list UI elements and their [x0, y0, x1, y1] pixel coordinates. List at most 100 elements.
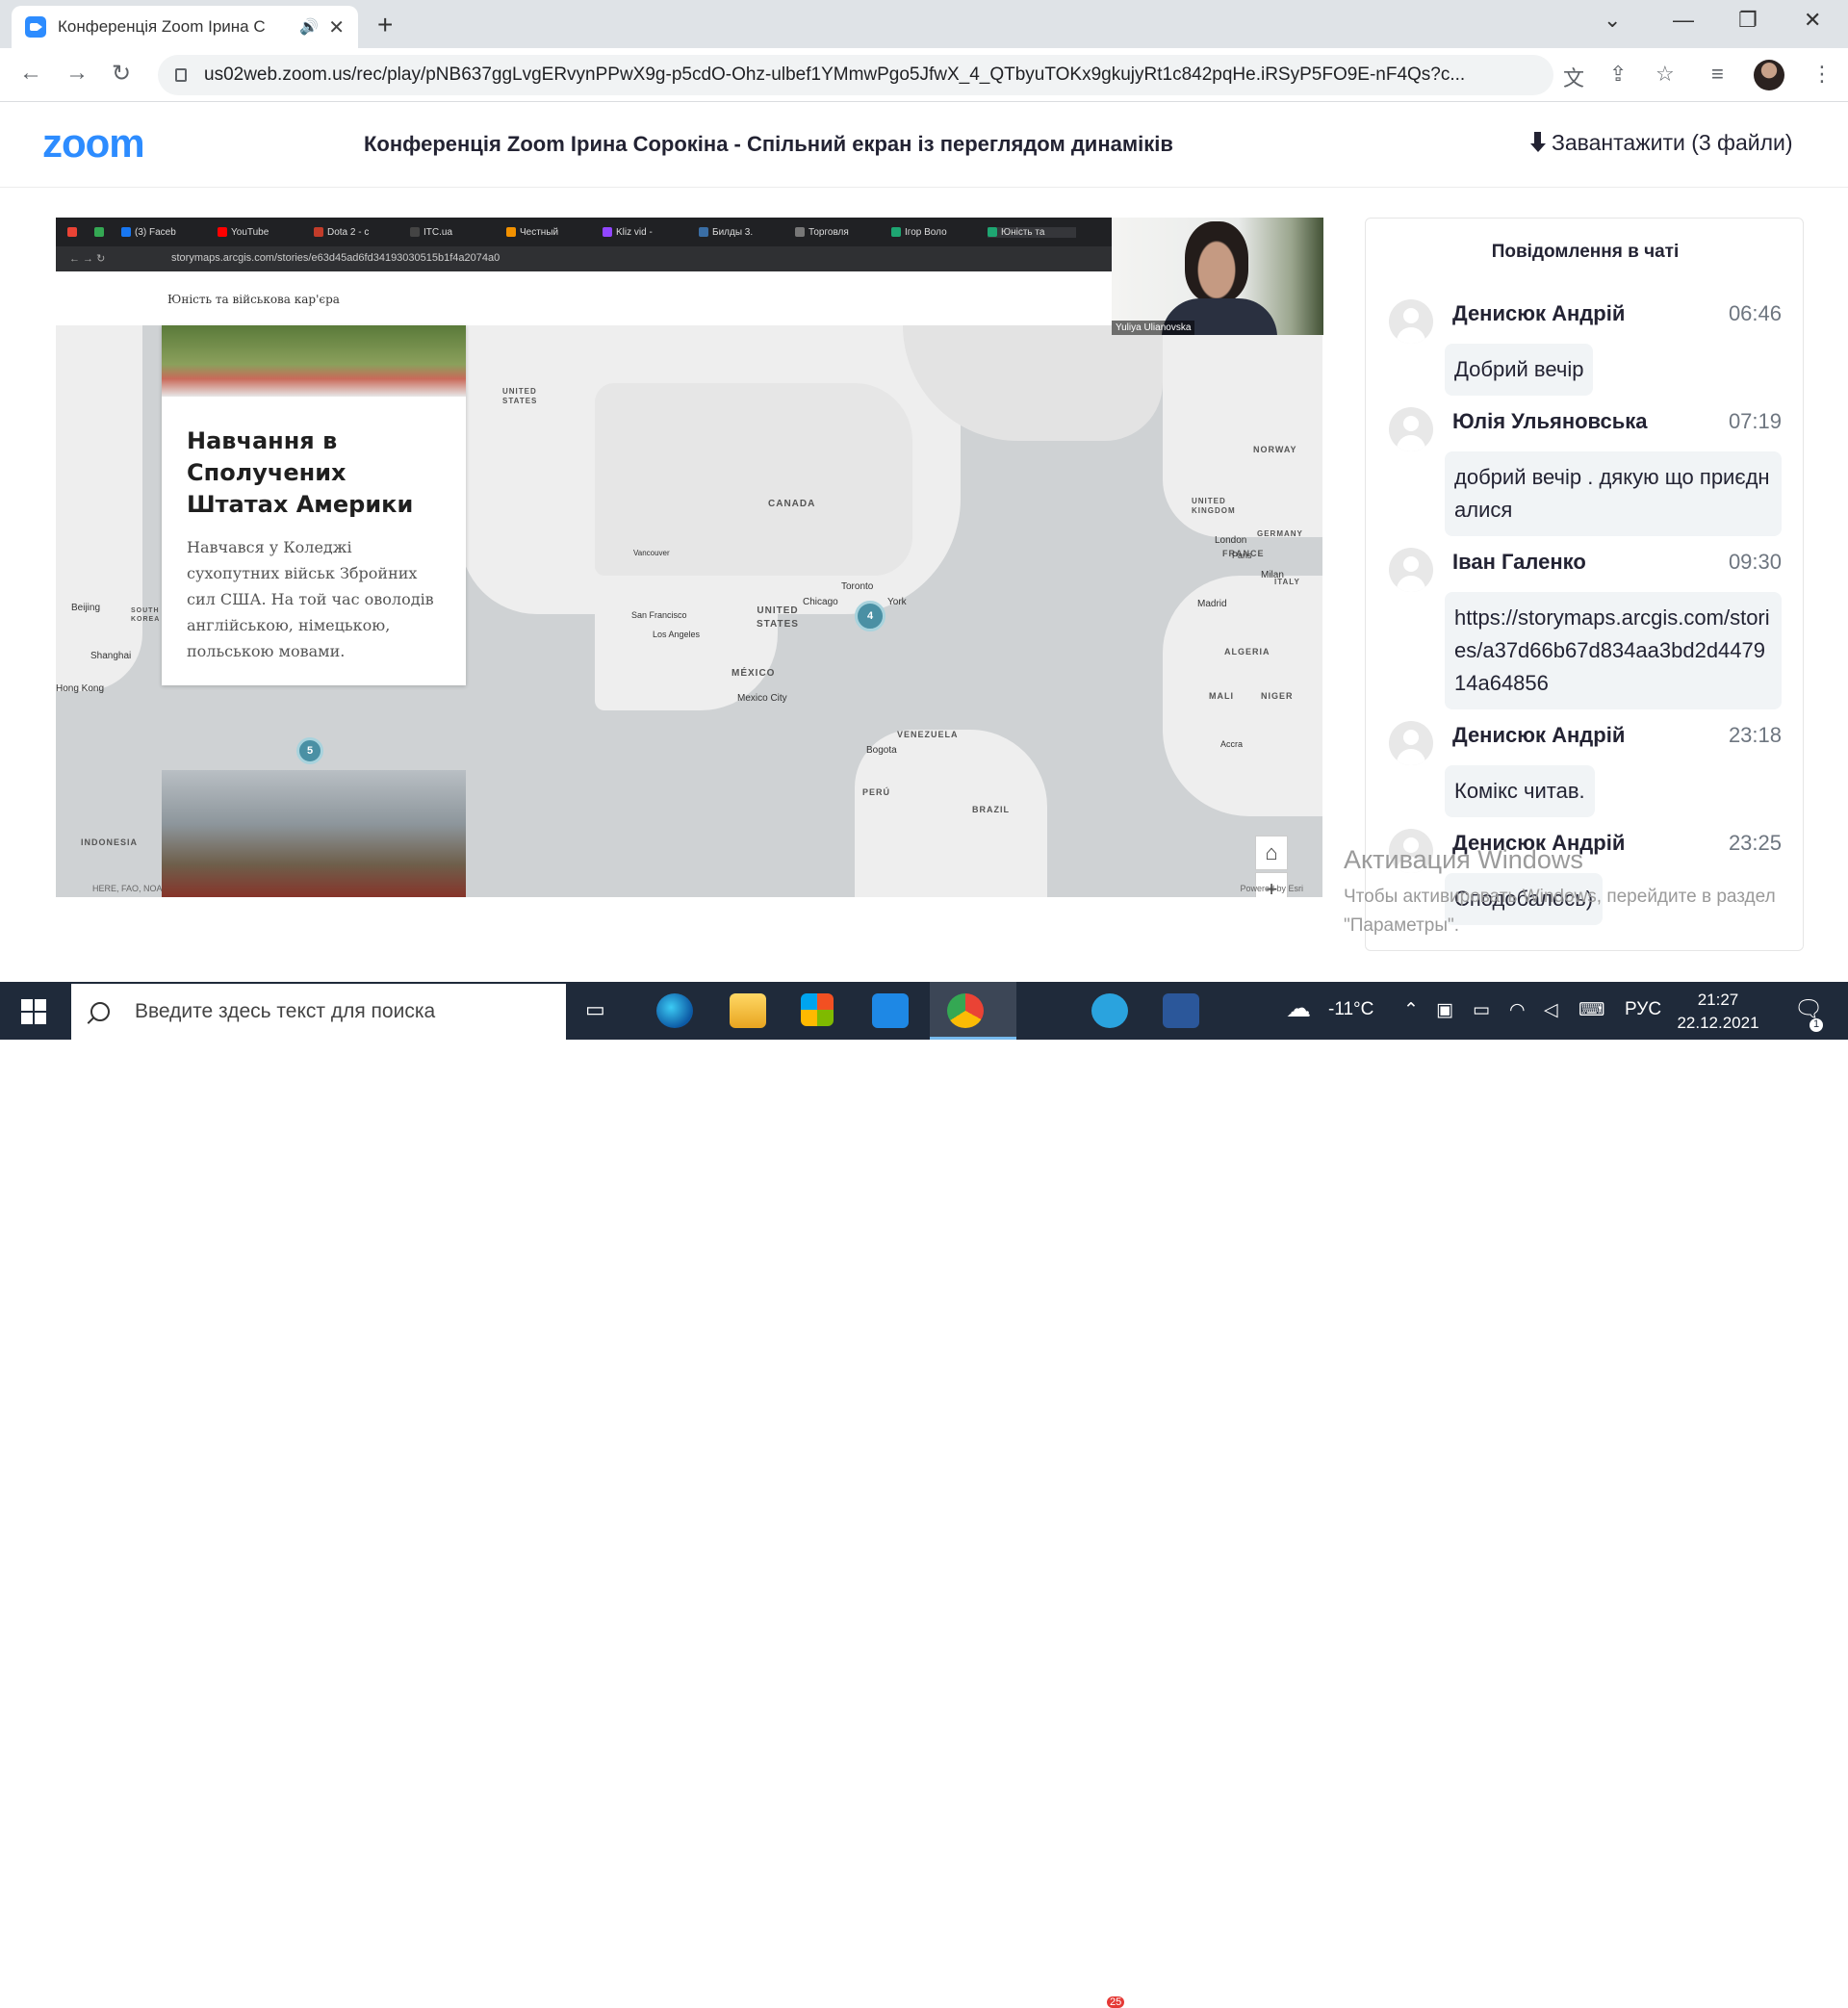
- map-label-alaska: UNITED STATES: [502, 387, 538, 405]
- avatar: [1389, 548, 1433, 592]
- bookmark-star-icon[interactable]: ☆: [1656, 62, 1675, 87]
- activation-text: Чтобы активировать Windows, перейдите в …: [1344, 887, 1776, 936]
- city-london: London: [1215, 535, 1247, 546]
- story-card: Навчання в Сполучених Штатах Америки Нав…: [162, 325, 466, 685]
- wifi-icon[interactable]: ◠: [1509, 999, 1526, 1021]
- close-tab-icon[interactable]: ✕: [328, 15, 345, 39]
- message-sender: Юлія Ульяновська: [1452, 409, 1648, 433]
- windows-activation-watermark: Активация Windows Чтобы активировать Win…: [1344, 845, 1786, 940]
- translate-icon[interactable]: 文: [1563, 62, 1584, 92]
- shared-tab: Dota 2 - c: [314, 227, 402, 238]
- message-sender: Денисюк Андрій: [1452, 723, 1626, 747]
- minimize-button[interactable]: —: [1673, 8, 1694, 33]
- show-hidden-icons[interactable]: ⌃: [1403, 999, 1419, 1021]
- shared-tab: (3) Faceb: [121, 227, 210, 238]
- city-chicago: Chicago: [803, 597, 838, 607]
- share-icon[interactable]: ⇪: [1609, 62, 1627, 87]
- zoom-header: zoom Конференція Zoom Ірина Сорокіна - С…: [0, 103, 1848, 188]
- message-time[interactable]: 06:46: [1729, 301, 1782, 326]
- profile-avatar[interactable]: [1754, 60, 1784, 90]
- browser-tab-zoom[interactable]: Конференція Zoom Ірина С 🔊 ✕: [12, 6, 358, 48]
- map-label-brazil: BRAZIL: [972, 805, 1010, 814]
- city-madrid: Madrid: [1197, 599, 1227, 609]
- shared-tab: ITC.ua: [410, 227, 499, 238]
- next-story-card-photo[interactable]: [162, 770, 466, 897]
- gmail-icon: [67, 227, 87, 237]
- keyboard-icon[interactable]: ⌨: [1578, 999, 1604, 1021]
- avatar: [1389, 299, 1433, 344]
- close-window-button[interactable]: ✕: [1804, 8, 1821, 33]
- battery-icon[interactable]: ▭: [1473, 999, 1490, 1021]
- edge-icon[interactable]: [656, 993, 693, 1028]
- recording-title: Конференція Zoom Ірина Сорокіна - Спільн…: [364, 132, 1173, 156]
- africa-land: [1163, 576, 1322, 816]
- map-home-button[interactable]: ⌂: [1255, 836, 1288, 870]
- telegram-icon[interactable]: [1091, 993, 1128, 1028]
- lock-icon[interactable]: [175, 68, 187, 82]
- address-bar[interactable]: us02web.zoom.us/rec/play/pNB637ggLvgERvy…: [158, 55, 1553, 95]
- taskbar-clock[interactable]: 21:27 22.12.2021: [1665, 989, 1771, 1035]
- city-milan: Milan: [1261, 570, 1284, 580]
- windows-taskbar: Введите здесь текст для поиска ▭ 25 ☁ -1…: [0, 982, 1848, 2008]
- map-cluster-marker[interactable]: 4: [855, 601, 886, 631]
- shared-tab: YouTube: [218, 227, 306, 238]
- restore-button[interactable]: ❐: [1738, 8, 1758, 33]
- message-sender: Іван Галенко: [1452, 550, 1586, 574]
- word-icon[interactable]: [1163, 993, 1199, 1028]
- message-time[interactable]: 09:30: [1729, 550, 1782, 575]
- file-explorer-icon[interactable]: [730, 993, 766, 1028]
- chrome-icon[interactable]: [947, 993, 984, 1028]
- url-text[interactable]: us02web.zoom.us/rec/play/pNB637ggLvgERvy…: [204, 64, 1536, 86]
- canada-land: [595, 383, 912, 576]
- weather-temperature[interactable]: -11°C: [1328, 999, 1373, 1020]
- tab-search-chevron-icon[interactable]: ⌄: [1604, 8, 1621, 33]
- chat-panel: Повідомлення в чаті Денисюк Андрій 06:46…: [1365, 218, 1804, 951]
- story-header-title: Юність та військова кар'єра: [167, 293, 340, 306]
- map-marker-5[interactable]: 5: [296, 737, 323, 764]
- reload-button[interactable]: ↻: [112, 60, 131, 88]
- notification-count: 1: [1810, 1018, 1823, 1032]
- shared-tab: Билды 3.: [699, 227, 787, 238]
- map-label-uk: UNITED KINGDOM: [1192, 497, 1236, 515]
- map-label-peru: PERÚ: [862, 787, 891, 797]
- message-bubble-link[interactable]: https://storymaps.arcgis.com/stories/a37…: [1445, 592, 1782, 709]
- shared-tab: Ігор Воло: [891, 227, 980, 238]
- tab-favicon-icon: [699, 227, 708, 237]
- language-indicator[interactable]: РУС: [1625, 999, 1661, 1020]
- city-bogota: Bogota: [866, 745, 897, 756]
- avatar: [1389, 721, 1433, 765]
- card-body: Навчався у Коледжі сухопутних військ Збр…: [187, 538, 434, 660]
- shared-tab-active: Юність та: [988, 226, 1076, 238]
- tab-favicon-icon: [795, 227, 805, 237]
- windows-start-icon[interactable]: [21, 999, 46, 1024]
- forward-button[interactable]: →: [65, 60, 89, 87]
- speaker-head: [1185, 221, 1248, 302]
- tab-favicon-icon: [506, 227, 516, 237]
- back-button[interactable]: ←: [19, 60, 42, 87]
- speaker-icon[interactable]: 🔊: [299, 17, 319, 37]
- city-los-angeles: Los Angeles: [653, 630, 701, 639]
- city-shanghai: Shanghai: [90, 651, 132, 661]
- weather-icon[interactable]: ☁: [1286, 993, 1311, 1023]
- new-tab-button[interactable]: +: [377, 10, 393, 40]
- mail-icon[interactable]: [872, 993, 909, 1028]
- message-bubble: Добрий вечір: [1445, 344, 1594, 396]
- microsoft-store-icon[interactable]: [801, 993, 834, 1026]
- taskbar-search[interactable]: Введите здесь текст для поиска: [71, 984, 566, 1040]
- zoom-favicon-icon: [25, 16, 46, 38]
- city-san-francisco: San Francisco: [631, 610, 687, 620]
- message-time[interactable]: 07:19: [1729, 409, 1782, 434]
- message-sender: Денисюк Андрій: [1452, 301, 1626, 325]
- download-button[interactable]: Завантажити (3 файли): [1530, 130, 1793, 156]
- camera-tray-icon[interactable]: ▣: [1436, 999, 1453, 1021]
- media-control-icon[interactable]: ≡: [1711, 62, 1724, 87]
- telegram-badge: 25: [1107, 1996, 1125, 2008]
- zoom-logo[interactable]: zoom: [42, 120, 145, 167]
- volume-icon[interactable]: ◁: [1544, 999, 1558, 1021]
- tab-favicon-icon: [988, 227, 997, 237]
- map-label-germany: GERMANY: [1257, 529, 1303, 538]
- browser-menu-icon[interactable]: ⋮: [1811, 62, 1833, 87]
- task-view-icon[interactable]: ▭: [585, 997, 605, 1022]
- message-time[interactable]: 23:18: [1729, 723, 1782, 748]
- map-label-niger: NIGER: [1261, 691, 1294, 701]
